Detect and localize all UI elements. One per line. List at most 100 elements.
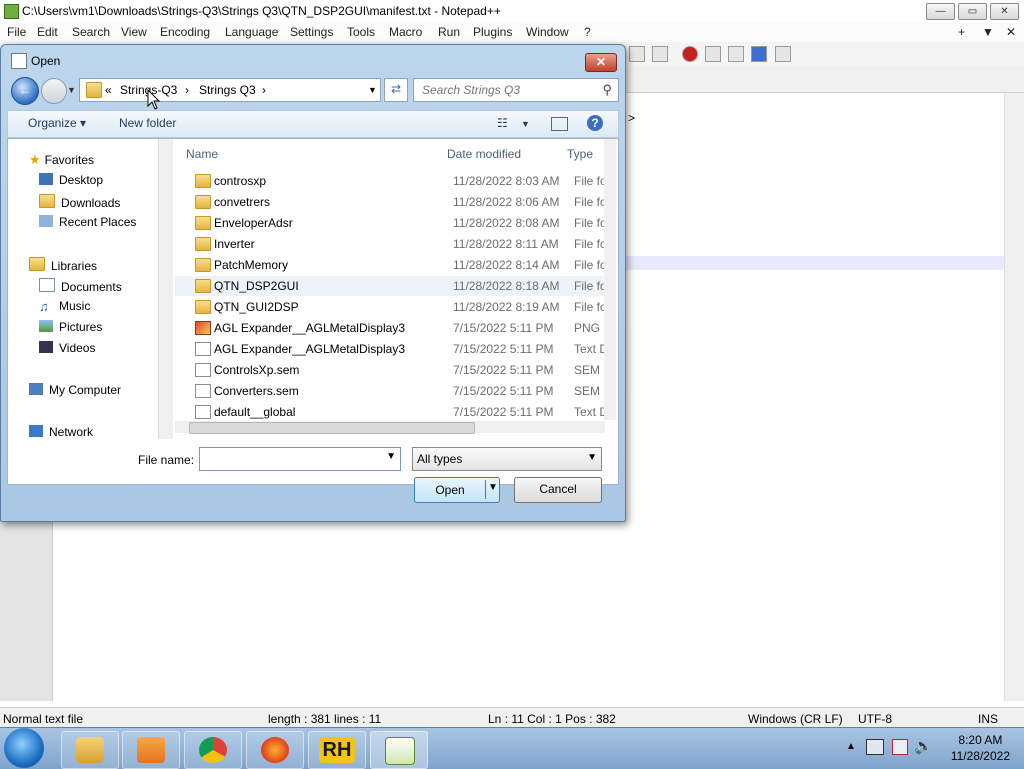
menu-view[interactable]: View <box>121 25 147 39</box>
system-clock[interactable]: 8:20 AM 11/28/2022 <box>951 732 1010 764</box>
menu-help[interactable]: ? <box>584 25 591 39</box>
minimize-button[interactable]: — <box>926 3 955 20</box>
change-view-icon[interactable]: ☷ <box>497 116 508 130</box>
close-button[interactable]: ✕ <box>990 3 1019 20</box>
nav-videos[interactable]: Videos <box>39 341 95 355</box>
rh-taskbar-button[interactable]: RH <box>308 731 366 769</box>
preview-pane-icon[interactable] <box>551 117 568 131</box>
file-row[interactable]: default__global7/15/2022 5:11 PMText Doc… <box>175 402 604 420</box>
file-row[interactable]: Converters.sem7/15/2022 5:11 PMSEM File <box>175 381 604 401</box>
view-icon[interactable] <box>652 46 668 62</box>
navigation-scrollbar[interactable] <box>158 139 173 439</box>
breadcrumb-strings-q3[interactable]: Strings Q3 <box>199 83 256 97</box>
nav-desktop[interactable]: Desktop <box>39 173 103 187</box>
show-hidden-icons-icon[interactable]: ▲ <box>846 741 856 752</box>
nav-music-label: Music <box>59 299 91 313</box>
breadcrumb-prefix[interactable]: « <box>105 83 112 97</box>
taskbar: RH ▲ 🔈 8:20 AM 11/28/2022 <box>0 727 1024 769</box>
open-folder-icon[interactable] <box>629 46 645 62</box>
menu-language[interactable]: Language <box>225 25 278 39</box>
address-dropdown-icon[interactable]: ▼ <box>368 85 377 95</box>
menu-search[interactable]: Search <box>72 25 110 39</box>
file-row[interactable]: QTN_GUI2DSP11/28/2022 8:19 AMFile folder <box>175 297 604 317</box>
menu-edit[interactable]: Edit <box>37 25 58 39</box>
menu-tools[interactable]: Tools <box>347 25 375 39</box>
editor-vertical-scrollbar[interactable] <box>1004 93 1024 701</box>
scrollbar-thumb[interactable] <box>189 422 475 434</box>
menu-file[interactable]: File <box>7 25 26 39</box>
nav-music[interactable]: ♫ Music <box>39 299 91 314</box>
play-macro-icon[interactable] <box>728 46 744 62</box>
media-player-taskbar-button[interactable] <box>122 731 180 769</box>
file-row[interactable]: Inverter11/28/2022 8:11 AMFile folder <box>175 234 604 254</box>
open-button[interactable]: Open ▼ <box>414 477 500 503</box>
folder-icon <box>195 258 211 272</box>
chevron-down-icon[interactable]: ▼ <box>386 451 396 462</box>
nav-pictures[interactable]: Pictures <box>39 320 102 334</box>
explorer-taskbar-button[interactable] <box>61 731 119 769</box>
nav-my-computer[interactable]: My Computer <box>29 383 121 397</box>
cancel-button[interactable]: Cancel <box>514 477 602 503</box>
breadcrumb-separator[interactable]: › <box>262 83 266 97</box>
notepadpp-taskbar-button[interactable] <box>370 731 428 769</box>
run-macro-multiple-icon[interactable] <box>751 46 767 62</box>
action-center-flag-icon[interactable] <box>892 739 908 755</box>
help-icon[interactable]: ? <box>587 115 603 131</box>
new-folder-button[interactable]: New folder <box>119 116 176 130</box>
recent-locations-dropdown[interactable]: ▼ <box>67 85 76 95</box>
network-tray-icon[interactable] <box>866 739 884 755</box>
column-name-header[interactable]: Name <box>186 147 218 161</box>
volume-icon[interactable]: 🔈 <box>914 737 933 755</box>
file-list-vertical-scrollbar[interactable] <box>604 139 616 420</box>
file-type-select[interactable]: All types ▼ <box>412 447 602 471</box>
column-type-header[interactable]: Type <box>567 147 593 161</box>
file-row[interactable]: AGL Expander__AGLMetalDisplay3 7/15/2022 … <box>175 318 604 338</box>
close-doc-icon[interactable]: ✕ <box>1006 25 1016 39</box>
refresh-icon[interactable]: ⇄ <box>384 78 408 102</box>
file-name-combo[interactable]: ▼ <box>199 447 401 471</box>
forward-button[interactable] <box>41 78 67 104</box>
nav-downloads[interactable]: Downloads <box>39 194 120 210</box>
back-button[interactable]: ← <box>11 77 39 105</box>
search-box[interactable]: ⚲ <box>413 78 619 102</box>
menu-run[interactable]: Run <box>438 25 460 39</box>
organize-button[interactable]: Organize ▾ <box>28 116 86 130</box>
menu-encoding[interactable]: Encoding <box>160 25 210 39</box>
file-row[interactable]: PatchMemory11/28/2022 8:14 AMFile folder <box>175 255 604 275</box>
menu-plugins[interactable]: Plugins <box>473 25 512 39</box>
file-row[interactable]: convetrers11/28/2022 8:06 AMFile folder <box>175 192 604 212</box>
address-bar[interactable]: « Strings-Q3 › Strings Q3 › ▼ <box>79 78 381 102</box>
open-options-dropdown-icon[interactable]: ▼ <box>488 482 498 493</box>
record-macro-icon[interactable] <box>682 46 698 62</box>
file-row[interactable]: controsxp11/28/2022 8:03 AMFile folder <box>175 171 604 191</box>
menu-settings[interactable]: Settings <box>290 25 333 39</box>
maximize-button[interactable]: ▭ <box>958 3 987 20</box>
nav-documents[interactable]: Documents <box>39 278 122 294</box>
nav-network[interactable]: Network <box>29 425 93 439</box>
file-list-horizontal-scrollbar[interactable] <box>175 421 605 434</box>
folder-icon <box>195 216 211 230</box>
file-row[interactable]: ControlsXp.sem7/15/2022 5:11 PMSEM File <box>175 360 604 380</box>
start-button[interactable] <box>4 728 44 768</box>
file-name-input[interactable] <box>204 450 383 468</box>
nav-recent-places[interactable]: Recent Places <box>39 215 136 229</box>
breadcrumb-separator[interactable]: › <box>185 83 189 97</box>
search-icon[interactable]: ⚲ <box>602 82 612 98</box>
menu-window[interactable]: Window <box>526 25 569 39</box>
file-row-hovered[interactable]: QTN_DSP2GUI11/28/2022 8:18 AMFile folder <box>175 276 604 296</box>
view-dropdown-icon[interactable]: ▼ <box>521 119 530 129</box>
dialog-close-button[interactable]: ✕ <box>585 53 617 72</box>
chrome-taskbar-button[interactable] <box>184 731 242 769</box>
new-tab-icon[interactable]: + <box>958 25 965 39</box>
file-row[interactable]: EnveloperAdsr11/28/2022 8:08 AMFile fold… <box>175 213 604 233</box>
column-date-header[interactable]: Date modified <box>447 147 521 161</box>
search-input[interactable] <box>420 81 594 99</box>
menu-macro[interactable]: Macro <box>389 25 422 39</box>
firefox-taskbar-button[interactable] <box>246 731 304 769</box>
save-macro-icon[interactable] <box>775 46 791 62</box>
tab-list-icon[interactable]: ▼ <box>982 25 994 39</box>
stop-macro-icon[interactable] <box>705 46 721 62</box>
nav-libraries[interactable]: Libraries <box>29 257 97 273</box>
nav-favorites[interactable]: ★ Favorites <box>29 152 94 168</box>
file-row[interactable]: AGL Expander__AGLMetalDisplay3 7/15/2022 … <box>175 339 604 359</box>
